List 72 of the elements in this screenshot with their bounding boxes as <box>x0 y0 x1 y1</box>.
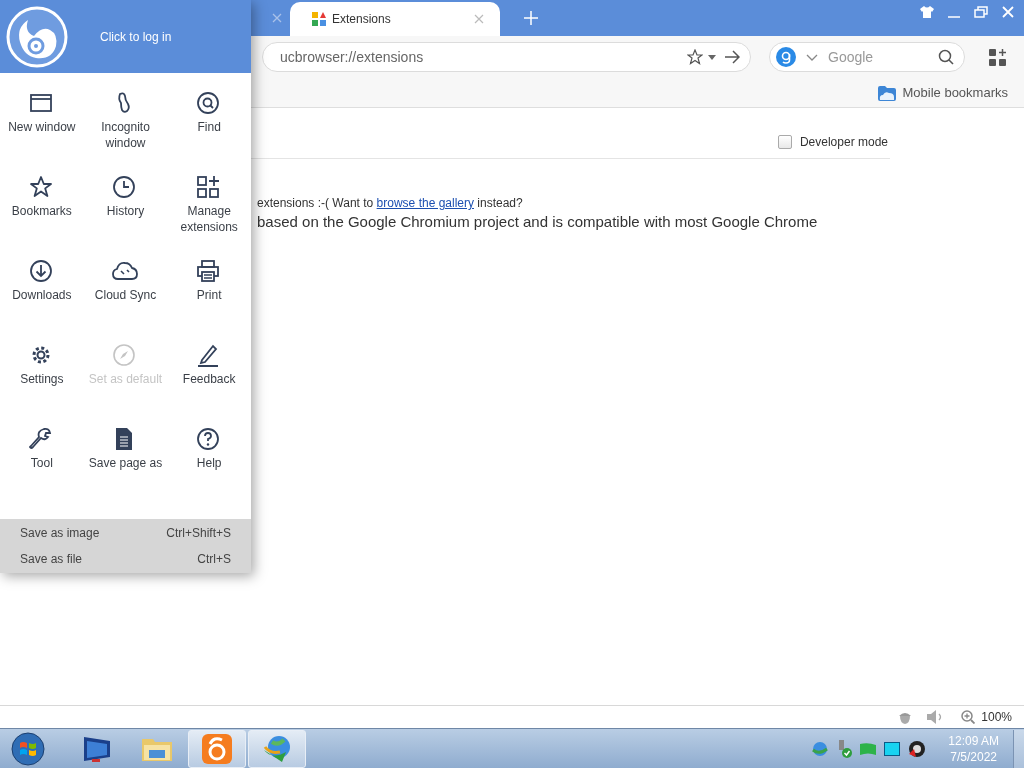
mobile-bookmarks-link[interactable]: Mobile bookmarks <box>877 84 1008 101</box>
monitor-icon <box>82 734 112 763</box>
download-icon <box>28 259 55 283</box>
menu-item[interactable]: Incognito window <box>83 91 168 175</box>
engine-icon <box>776 47 796 67</box>
submenu-item[interactable]: Save as image Ctrl+Shift+S <box>0 520 251 546</box>
search-bar[interactable]: Google <box>769 42 965 72</box>
minimize-icon <box>948 16 960 18</box>
shirt-icon <box>920 6 934 18</box>
menu-item[interactable]: Cloud Sync <box>83 259 168 343</box>
close-icon <box>1002 6 1014 18</box>
plus-icon <box>524 11 538 25</box>
menu-item[interactable]: Find <box>167 91 251 175</box>
search-field[interactable]: Google <box>828 49 932 65</box>
menu-item[interactable]: Feedback <box>167 343 251 427</box>
menu-item[interactable]: History <box>83 175 168 259</box>
acorn-icon[interactable] <box>899 710 912 724</box>
skin-button[interactable] <box>920 4 934 18</box>
checkbox-label: Developer mode <box>799 135 888 149</box>
menu-item[interactable]: Help <box>167 427 251 511</box>
window-icon <box>28 91 55 115</box>
cloud-folder-icon <box>877 84 896 101</box>
empty-message: extensions :-( Want to browse the gallery instead? <box>257 196 524 210</box>
apps-button[interactable] <box>989 48 1006 66</box>
grid-plus-icon <box>989 48 1006 66</box>
bookmark-button[interactable] <box>687 49 716 65</box>
menu-item[interactable]: Downloads <box>0 259 84 343</box>
checkbox[interactable] <box>777 135 792 149</box>
restore-button[interactable] <box>974 4 988 18</box>
screen-icon[interactable] <box>884 741 901 756</box>
flag-icon[interactable] <box>860 742 877 755</box>
menu-item[interactable]: Tool <box>0 427 84 511</box>
globe-icon[interactable] <box>812 740 829 757</box>
menu-item[interactable]: Bookmarks <box>0 175 84 259</box>
restore-icon <box>974 6 988 18</box>
start-orb-icon <box>11 731 45 766</box>
star-icon <box>28 175 55 199</box>
browser-tab[interactable]: Extensions <box>290 2 500 36</box>
zoom-icon[interactable] <box>961 710 976 724</box>
menu-item[interactable]: New window <box>0 91 84 175</box>
taskbar-app-button[interactable] <box>188 729 246 768</box>
submenu-item[interactable]: Save as file Ctrl+S <box>0 546 251 572</box>
star-icon <box>687 49 703 65</box>
menu-item[interactable]: Print <box>167 259 251 343</box>
address-field[interactable]: ucbrowser://extensions <box>280 49 679 65</box>
close-icon[interactable] <box>474 14 484 24</box>
caret-icon <box>708 54 716 60</box>
address-bar[interactable]: ucbrowser://extensions <box>262 42 751 72</box>
chevron-icon <box>806 53 818 61</box>
search-engine-button[interactable] <box>776 47 818 67</box>
menu-item[interactable]: Manage extensions <box>167 175 251 259</box>
show-desktop-button[interactable] <box>1013 729 1024 768</box>
arrow-icon <box>724 50 740 64</box>
gallery-link[interactable]: browse the gallery <box>376 196 474 210</box>
new-tab-button[interactable] <box>524 11 538 25</box>
menu-item[interactable]: Save page as <box>83 427 168 511</box>
start-button[interactable] <box>8 729 48 768</box>
close-button[interactable] <box>1002 4 1014 18</box>
squirrel-app-icon <box>202 733 232 764</box>
taskbar-app-button[interactable] <box>248 729 306 768</box>
menu-item[interactable]: Settings <box>0 343 84 427</box>
globe-icon <box>262 733 292 764</box>
search-icon[interactable] <box>938 49 954 65</box>
close-icon[interactable] <box>272 13 282 23</box>
plug-check-icon[interactable] <box>836 739 853 758</box>
logo-icon <box>6 5 68 68</box>
extensions-icon <box>312 12 326 26</box>
go-button[interactable] <box>724 50 740 64</box>
description-text: based on the Google Chromium project and is compatible with most Google Chrome <box>257 213 819 230</box>
cloud-icon <box>112 259 139 283</box>
zoom-level: 100% <box>981 710 1012 724</box>
disc-icon[interactable] <box>908 739 927 758</box>
